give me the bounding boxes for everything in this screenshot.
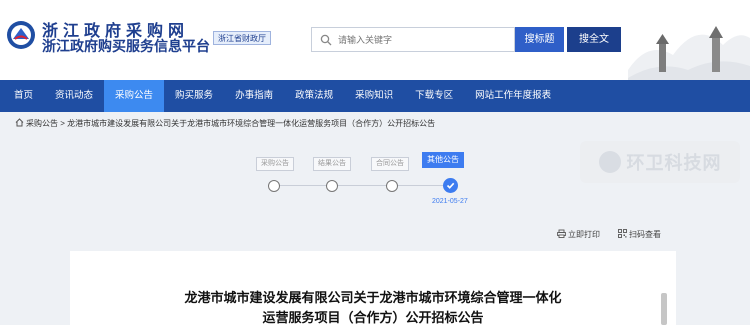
search-input[interactable]	[338, 31, 510, 49]
nav-downloads[interactable]: 下载专区	[404, 80, 464, 112]
document-title: 龙港市城市建设发展有限公司关于龙港市城市环境综合管理一体化 运营服务项目（合作方…	[70, 288, 676, 325]
site-header: 浙江政府采购网 浙江政府购买服务信息平台 浙江省财政厅 搜标题 搜全文	[0, 0, 750, 80]
timeline-node-procurement[interactable]	[268, 180, 280, 192]
step-tag-contract[interactable]: 合同公告	[371, 157, 409, 171]
breadcrumb-separator: >	[60, 119, 65, 128]
step-tag-result[interactable]: 结果公告	[313, 157, 351, 171]
nav-home[interactable]: 首页	[0, 80, 44, 112]
nav-knowledge[interactable]: 采购知识	[344, 80, 404, 112]
step-tag-procurement[interactable]: 采购公告	[256, 157, 294, 171]
document-title-line1: 龙港市城市建设发展有限公司关于龙港市城市环境综合管理一体化	[184, 290, 562, 305]
breadcrumb: 采购公告 > 龙港市城市建设发展有限公司关于龙港市城市环境综合管理一体化运营服务…	[15, 118, 435, 129]
print-icon	[557, 229, 566, 238]
print-label: 立即打印	[568, 230, 600, 239]
main-nav: 首页 资讯动态 采购公告 购买服务 办事指南 政策法规 采购知识 下载专区 网站…	[0, 80, 750, 112]
ink-landscape-decoration	[628, 26, 750, 80]
timeline-node-result[interactable]	[326, 180, 338, 192]
nav-news[interactable]: 资讯动态	[44, 80, 104, 112]
breadcrumb-section-link[interactable]: 采购公告	[26, 119, 58, 128]
timeline-node-contract[interactable]	[386, 180, 398, 192]
document-card: 龙港市城市建设发展有限公司关于龙港市城市环境综合管理一体化 运营服务项目（合作方…	[70, 251, 676, 325]
search-fulltext-button[interactable]: 搜全文	[567, 27, 621, 52]
nav-procurement-notices[interactable]: 采购公告	[104, 80, 165, 112]
nav-policies[interactable]: 政策法规	[284, 80, 344, 112]
step-tag-other[interactable]: 其他公告	[422, 152, 464, 168]
scrollbar-thumb[interactable]	[661, 293, 667, 325]
search-box	[311, 27, 515, 52]
watermark-logo-icon	[598, 151, 621, 173]
home-icon	[15, 118, 24, 127]
qr-view-label: 扫码查看	[629, 230, 661, 239]
document-title-line2: 运营服务项目（合作方）公开招标公告	[262, 310, 484, 325]
nav-purchase-services[interactable]: 购买服务	[164, 80, 224, 112]
timeline-date: 2021-05-27	[432, 198, 468, 205]
print-button[interactable]: 立即打印	[557, 229, 600, 240]
search-title-button[interactable]: 搜标题	[515, 27, 564, 52]
qrcode-icon	[618, 229, 627, 238]
timeline-line	[268, 185, 451, 186]
platform-name[interactable]: 浙江政府购买服务信息平台	[42, 36, 210, 56]
timeline-node-other[interactable]	[443, 178, 458, 193]
check-icon	[446, 182, 455, 189]
search-icon	[320, 34, 332, 46]
qr-view-button[interactable]: 扫码查看	[618, 229, 661, 240]
nav-guide[interactable]: 办事指南	[224, 80, 284, 112]
nav-annual-report[interactable]: 网站工作年度报表	[464, 80, 562, 112]
emblem-logo-icon[interactable]	[6, 20, 36, 50]
breadcrumb-current: 龙港市城市建设发展有限公司关于龙港市城市环境综合管理一体化运营服务项目（合作方）…	[67, 119, 436, 128]
watermark-text: 环卫科技网	[626, 153, 722, 173]
dept-badge[interactable]: 浙江省财政厅	[213, 31, 271, 45]
watermark: 环卫科技网	[580, 141, 740, 183]
